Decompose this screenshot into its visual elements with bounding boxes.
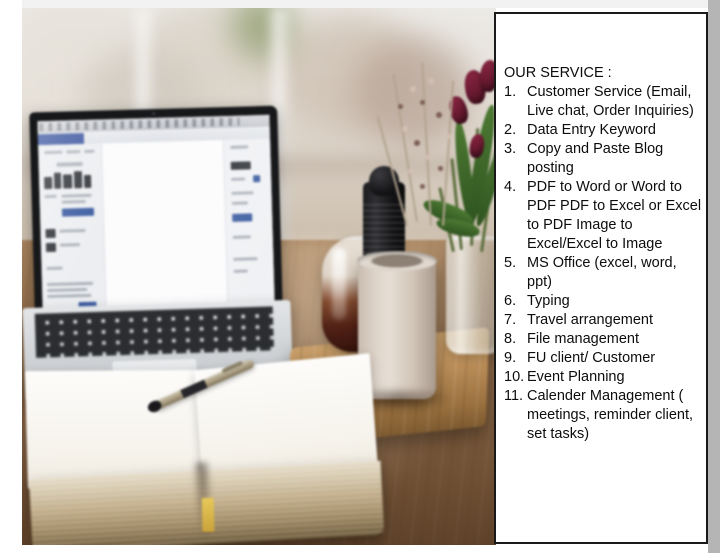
service-item-line: PDF to Word or Word to	[527, 179, 682, 195]
service-item-line: set tasks)	[527, 426, 590, 442]
service-item-number: 7.	[504, 312, 517, 328]
service-item-number: 1.	[504, 84, 517, 100]
service-item-number: 8.	[504, 331, 517, 347]
service-list-panel: OUR SERVICE : 1. Customer Service (Email,…	[494, 12, 708, 544]
service-item-line: Data Entry Keyword	[527, 122, 656, 138]
service-item-number: 4.	[504, 179, 517, 195]
bottom-margin-strip	[0, 545, 720, 553]
page-right-sidebar	[223, 138, 275, 307]
glass-flower-vase	[446, 236, 496, 354]
service-item-number: 3.	[504, 141, 517, 157]
service-item-number: 5.	[504, 255, 517, 271]
service-list-item: 4. PDF to Word or Word to PDF PDF to Excel…	[504, 178, 706, 254]
laptop-keyboard	[34, 306, 275, 358]
service-list-item: 5. MS Office (excel, word, ppt)	[504, 254, 706, 292]
top-margin-strip	[0, 0, 720, 8]
service-item-line: Calender Management (	[527, 388, 684, 404]
background-blur-blob	[352, 38, 472, 148]
service-item-line: Event Planning	[527, 369, 625, 385]
mug-rim	[357, 251, 437, 271]
service-item-line: ppt)	[527, 274, 552, 290]
service-item-number: 11.	[504, 388, 524, 404]
bookmark-ribbon	[201, 497, 215, 532]
service-item-line: Typing	[527, 293, 570, 309]
service-list-item: 6. Typing	[504, 292, 706, 311]
service-item-line: Excel/Excel to Image	[527, 236, 663, 252]
page-content-area	[102, 140, 227, 310]
laptop-screen-lid	[29, 105, 283, 317]
service-item-line: posting	[527, 160, 574, 176]
slide-canvas: OUR SERVICE : 1. Customer Service (Email,…	[0, 0, 720, 553]
service-item-line: File management	[527, 331, 640, 347]
service-item-number: 9.	[504, 350, 517, 366]
page-left-sidebar	[38, 143, 107, 312]
service-list-content: OUR SERVICE : 1. Customer Service (Email,…	[504, 64, 706, 444]
service-item-line: MS Office (excel, word,	[527, 255, 677, 271]
service-item-line: FU client/ Customer	[527, 350, 656, 366]
service-list-item: 10. Event Planning	[504, 368, 706, 387]
desk-workspace-photo	[22, 8, 496, 545]
service-list-item: 8. File management	[504, 330, 706, 349]
right-margin-strip	[708, 0, 720, 553]
webcam-icon	[151, 111, 155, 116]
service-item-line: to PDF Image to	[527, 217, 633, 233]
service-item-line: Travel arrangement	[527, 312, 653, 328]
service-list-item: 2. Data Entry Keyword	[504, 121, 706, 140]
service-item-number: 6.	[504, 293, 517, 309]
service-list-item: 11. Calender Management ( meetings, remind…	[504, 387, 706, 444]
service-list-item: 3. Copy and Paste Blog posting	[504, 140, 706, 178]
service-item-number: 2.	[504, 122, 517, 138]
carafe-highlight	[332, 248, 346, 320]
left-margin-strip	[0, 0, 22, 553]
service-list: 1. Customer Service (Email, Live chat, Ord…	[504, 83, 706, 444]
service-item-line: Live chat, Order Inquiries)	[527, 103, 694, 119]
service-list-item: 7. Travel arrangement	[504, 311, 706, 330]
laptop-display	[37, 114, 275, 312]
service-item-number: 10.	[504, 369, 525, 385]
service-item-line: Copy and Paste Blog	[527, 141, 664, 157]
service-item-line: Customer Service (Email,	[527, 84, 692, 100]
service-list-item: 1. Customer Service (Email, Live chat, Ord…	[504, 83, 706, 121]
service-item-line: meetings, reminder client,	[527, 407, 694, 423]
service-list-item: 9. FU client/ Customer	[504, 349, 706, 368]
panel-title: OUR SERVICE :	[504, 65, 612, 81]
service-item-line: PDF PDF to Excel or Excel	[527, 198, 702, 214]
